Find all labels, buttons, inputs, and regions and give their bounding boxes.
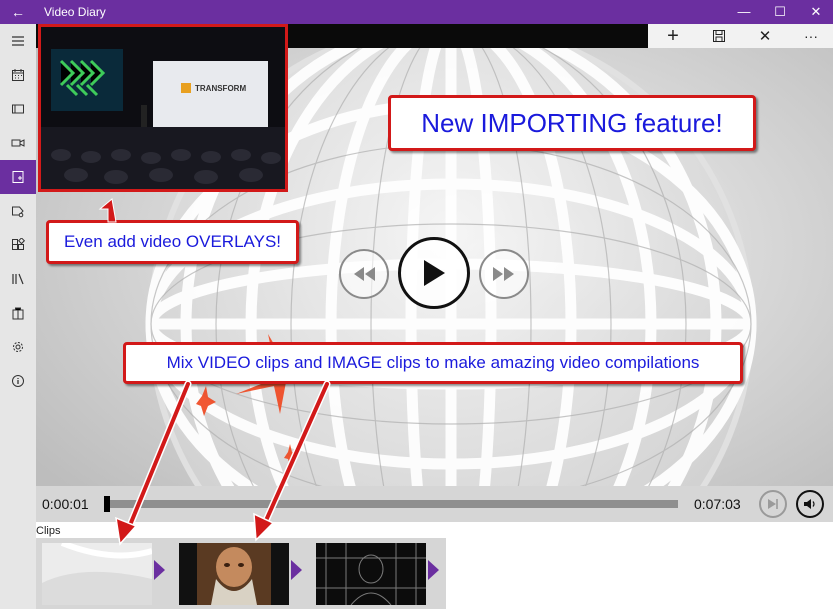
overlay-video[interactable]: TRANSFORM xyxy=(38,24,288,192)
nav-store[interactable] xyxy=(0,296,36,330)
clips-strip xyxy=(36,538,446,609)
conference-stage-image: TRANSFORM xyxy=(41,27,285,189)
more-button[interactable]: ··· xyxy=(788,24,833,48)
clips-label: Clips xyxy=(36,525,61,537)
save-icon xyxy=(713,30,725,42)
rewind-button[interactable] xyxy=(339,249,389,299)
calendar-icon xyxy=(12,69,24,81)
video-player[interactable]: + ✕ ··· TRANSFORM New IMPORTING feature!… xyxy=(36,24,833,522)
settings-gear-icon xyxy=(13,342,23,352)
back-button[interactable]: ← xyxy=(0,0,36,24)
video-frame-icon xyxy=(12,104,24,114)
nav-about[interactable] xyxy=(0,364,36,398)
clips-panel: Clips xyxy=(36,522,833,609)
video-clip-thumbnail xyxy=(179,543,289,605)
more-icon: ··· xyxy=(804,28,818,44)
tag-icon xyxy=(12,206,24,218)
camera-icon xyxy=(11,139,25,147)
nav-import[interactable] xyxy=(0,160,36,194)
seek-track[interactable] xyxy=(106,500,678,508)
maximize-button[interactable]: ☐ xyxy=(763,0,797,24)
nav-calendar[interactable] xyxy=(0,58,36,92)
info-icon xyxy=(12,375,24,387)
nav-settings[interactable] xyxy=(0,330,36,364)
plus-icon: + xyxy=(667,24,679,47)
clip-2-play-arrow[interactable] xyxy=(291,560,302,580)
timeline-bar: 0:00:01 0:07:03 xyxy=(36,486,833,522)
fast-forward-icon xyxy=(493,267,514,281)
nav-tags[interactable] xyxy=(0,194,36,228)
image-clip-thumbnail xyxy=(42,543,152,605)
next-frame-button[interactable] xyxy=(759,490,787,518)
save-button[interactable] xyxy=(696,24,742,48)
nav-library[interactable] xyxy=(0,262,36,296)
play-next-icon xyxy=(768,499,778,509)
seek-thumb[interactable] xyxy=(104,496,111,512)
close-window-button[interactable]: ✕ xyxy=(799,0,833,24)
store-icon xyxy=(12,307,24,320)
hamburger-menu-icon xyxy=(12,36,24,46)
import-icon xyxy=(12,171,24,183)
play-button[interactable] xyxy=(398,237,470,309)
nav-videos[interactable] xyxy=(0,92,36,126)
volume-button[interactable] xyxy=(796,490,824,518)
speaker-icon xyxy=(804,499,815,509)
back-arrow-icon: ← xyxy=(11,4,25,20)
nav-record[interactable] xyxy=(0,126,36,160)
command-bar: + ✕ ··· xyxy=(648,24,833,48)
minimize-button[interactable]: — xyxy=(727,0,761,24)
title-bar: ← Video Diary — ☐ ✕ xyxy=(0,0,833,24)
total-time: 0:07:03 xyxy=(694,496,741,512)
callout-importing: New IMPORTING feature! xyxy=(388,95,756,151)
sidebar xyxy=(0,24,36,609)
clip-1[interactable] xyxy=(42,543,152,605)
apps-icon xyxy=(12,238,25,250)
clip-2[interactable] xyxy=(179,543,289,605)
nav-menu-button[interactable] xyxy=(0,24,36,58)
clip-3[interactable] xyxy=(316,543,426,605)
callout-mix-clips: Mix VIDEO clips and IMAGE clips to make … xyxy=(123,342,743,384)
nav-apps[interactable] xyxy=(0,228,36,262)
video-clip-thumbnail xyxy=(316,543,426,605)
stage-screen-text: TRANSFORM xyxy=(195,84,246,93)
fast-forward-button[interactable] xyxy=(479,249,529,299)
clip-3-play-arrow[interactable] xyxy=(428,560,439,580)
clip-1-play-arrow[interactable] xyxy=(154,560,165,580)
play-icon xyxy=(424,260,445,286)
window-title: Video Diary xyxy=(44,5,106,19)
library-icon xyxy=(12,273,24,285)
add-button[interactable]: + xyxy=(650,24,696,48)
discard-button[interactable]: ✕ xyxy=(742,24,788,48)
rewind-icon xyxy=(354,267,375,281)
current-time: 0:00:01 xyxy=(42,496,89,512)
callout-overlays: Even add video OVERLAYS! xyxy=(46,220,299,264)
close-icon: ✕ xyxy=(758,28,772,45)
